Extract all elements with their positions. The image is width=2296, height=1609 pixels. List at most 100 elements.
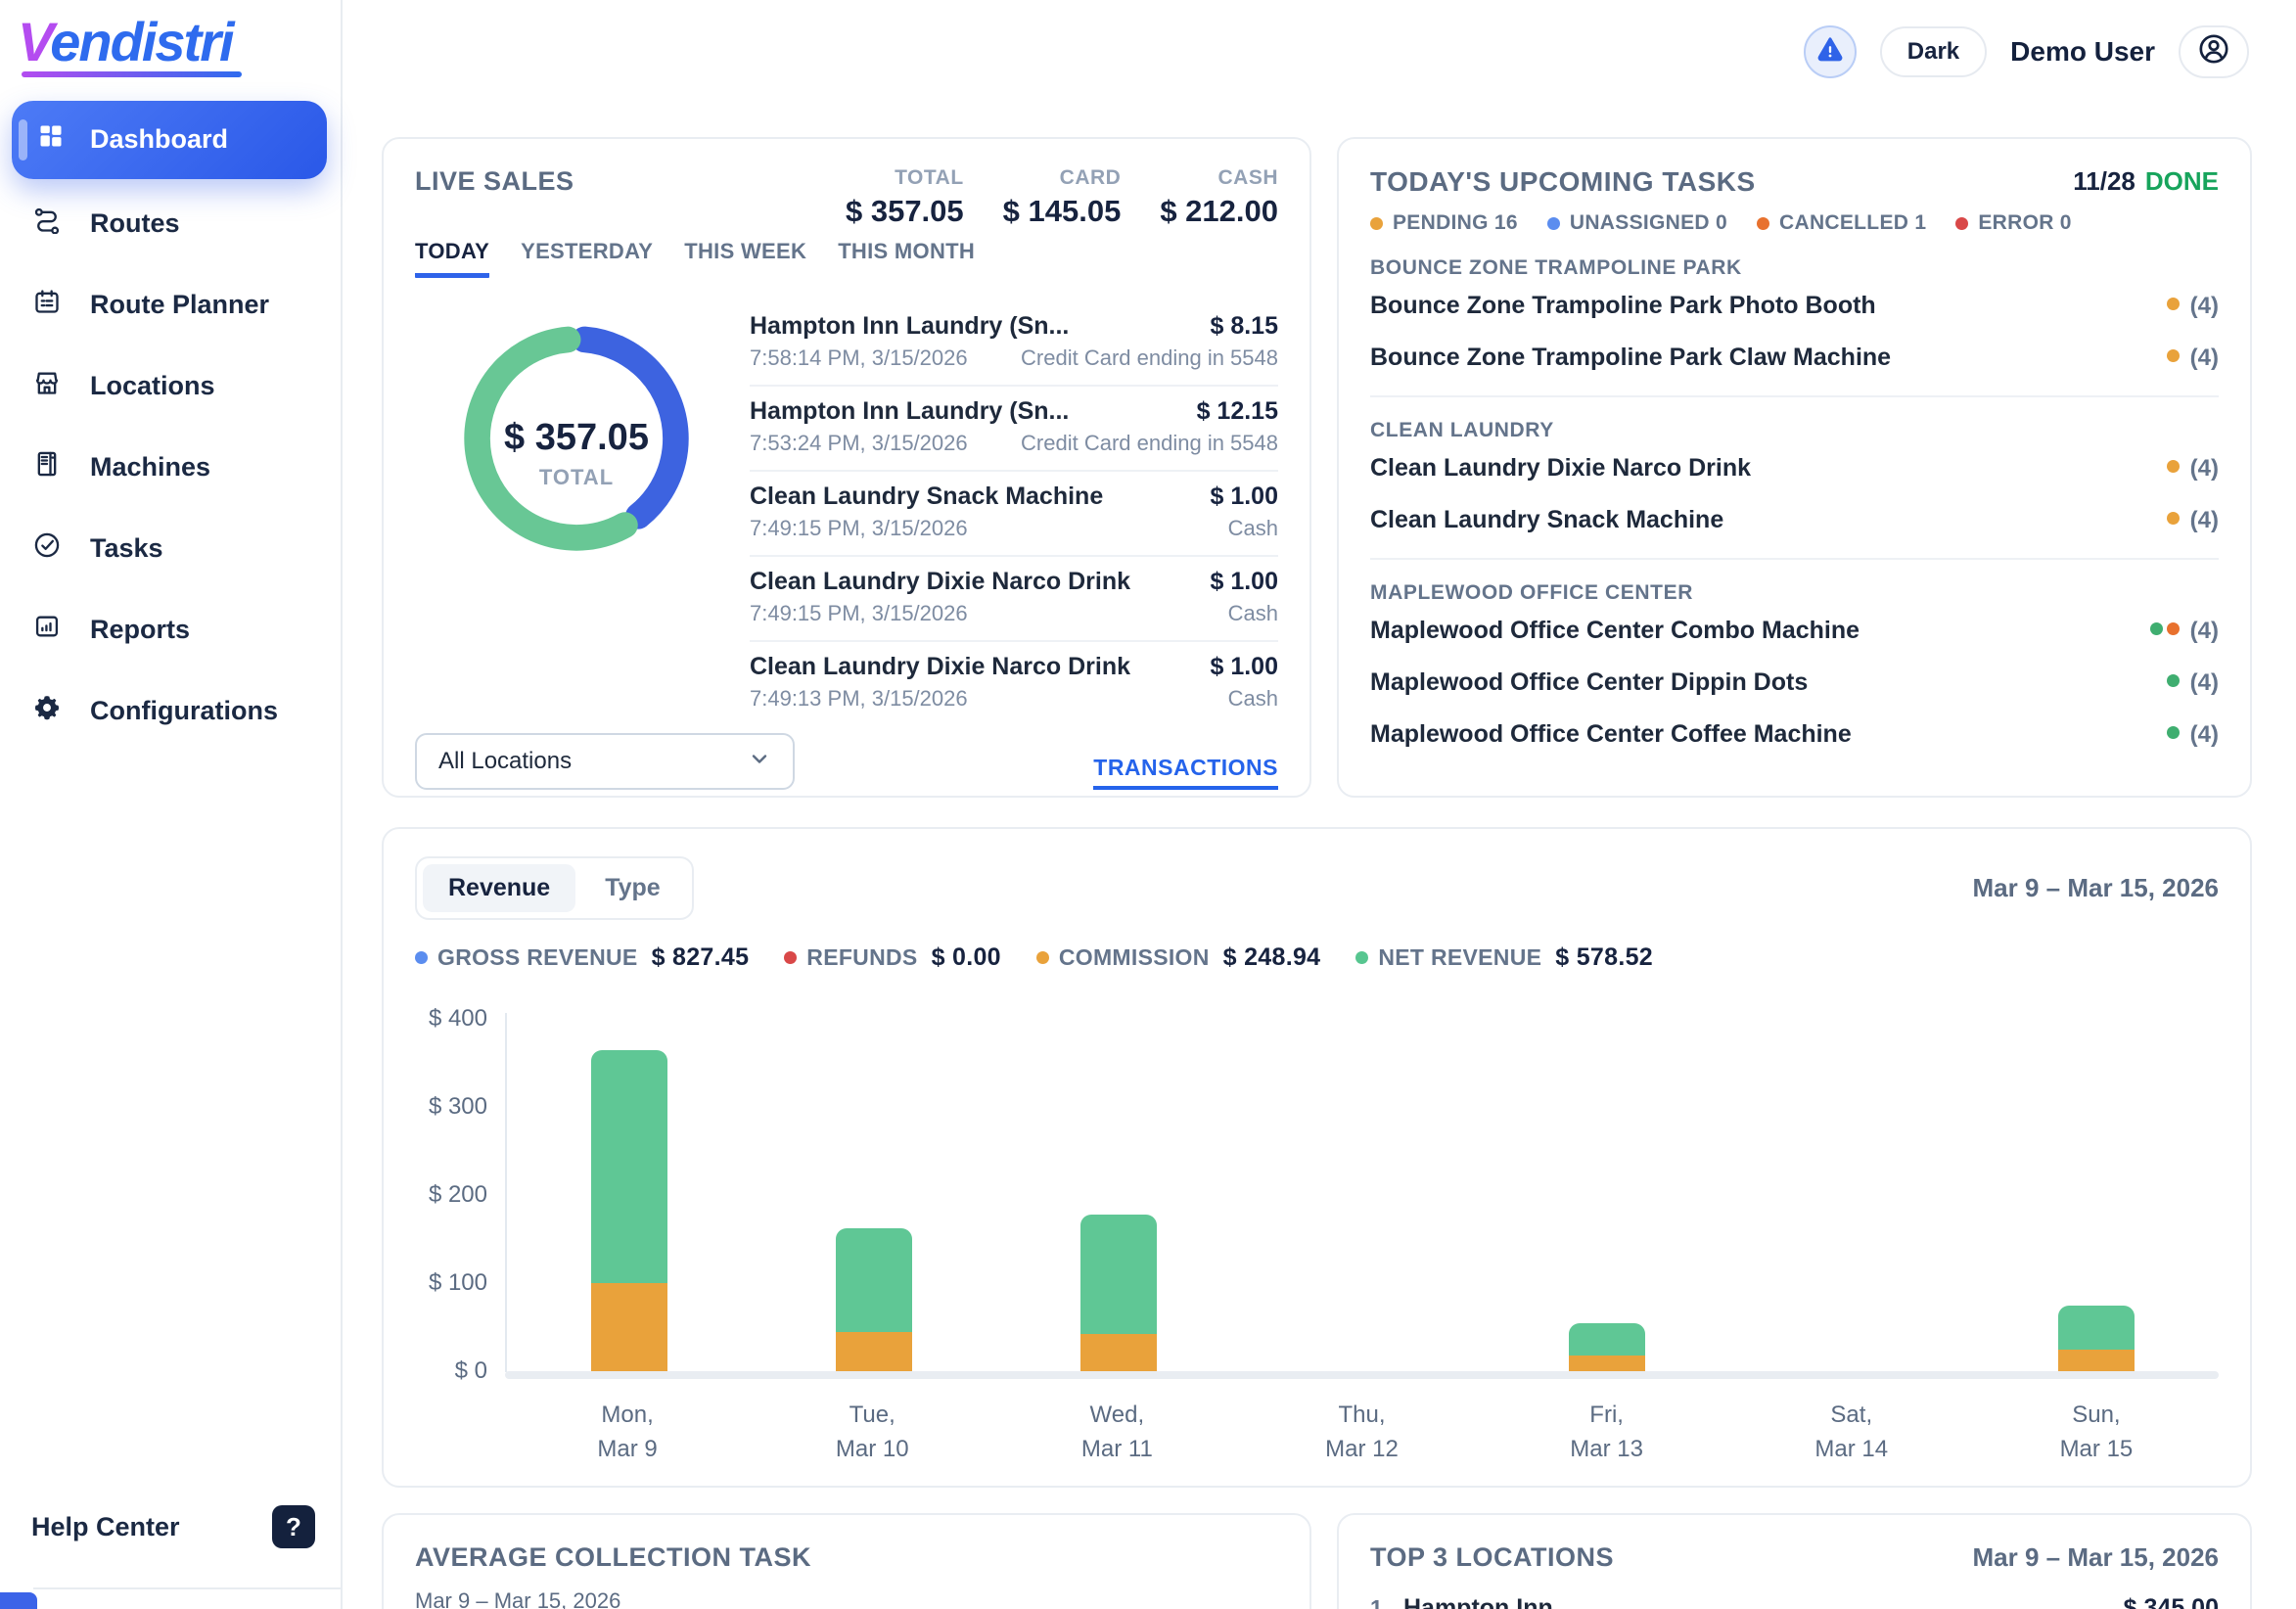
help-center[interactable]: Help Center ? — [31, 1505, 315, 1548]
transaction-name: Clean Laundry Snack Machine — [750, 483, 1103, 511]
task-group-name: BOUNCE ZONE TRAMPOLINE PARK — [1370, 256, 2219, 280]
transaction-amount: $ 8.15 — [1210, 312, 1278, 341]
task-name: Bounce Zone Trampoline Park Claw Machine — [1370, 344, 1891, 372]
sidebar-item-routes[interactable]: Routes — [0, 183, 341, 264]
x-axis-label: Wed, Mar 11 — [994, 1399, 1239, 1467]
task-group: BOUNCE ZONE TRAMPOLINE PARK Bounce Zone … — [1370, 256, 2219, 397]
task-name: Maplewood Office Center Coffee Machine — [1370, 720, 1852, 749]
revenue-date-range: Mar 9 – Mar 15, 2026 — [1973, 873, 2220, 903]
transaction-method: Cash — [1228, 686, 1278, 712]
location-filter-select[interactable]: All Locations — [415, 733, 795, 790]
sidebar-item-dashboard[interactable]: Dashboard — [12, 101, 327, 179]
task-status-dots — [2163, 349, 2180, 367]
task-row[interactable]: Clean Laundry Snack Machine (4) — [1370, 494, 2219, 546]
bar-column[interactable] — [507, 1050, 752, 1372]
task-row[interactable]: Maplewood Office Center Coffee Machine (… — [1370, 709, 2219, 760]
task-group-name: MAPLEWOOD OFFICE CENTER — [1370, 581, 2219, 605]
group-divider — [1370, 395, 2219, 397]
transaction-row[interactable]: Clean Laundry Dixie Narco Drink$ 1.00 7:… — [750, 642, 1278, 725]
live-sales-stats: TOTAL $ 357.05 CARD $ 145.05 CASH $ 212.… — [846, 166, 1278, 229]
transaction-method: Credit Card ending in 5548 — [1021, 345, 1278, 371]
legend-pending: PENDING 16 — [1370, 211, 1518, 235]
tab-yesterday[interactable]: YESTERDAY — [521, 239, 653, 278]
toggle-type[interactable]: Type — [579, 864, 686, 912]
tab-this-week[interactable]: THIS WEEK — [684, 239, 806, 278]
sidebar-item-label: Configurations — [90, 696, 278, 726]
bar-column[interactable] — [1485, 1323, 1729, 1371]
sidebar-item-machines[interactable]: Machines — [0, 427, 341, 508]
sidebar-item-route-planner[interactable]: Route Planner — [0, 264, 341, 345]
donut-center: $ 357.05 TOTAL — [415, 417, 738, 490]
task-status-dots — [2146, 622, 2180, 640]
task-row[interactable]: Clean Laundry Dixie Narco Drink (4) — [1370, 442, 2219, 494]
chart-mode-toggle: Revenue Type — [415, 856, 694, 920]
transaction-time: 7:53:24 PM, 3/15/2026 — [750, 431, 968, 456]
legend-label: UNASSIGNED 0 — [1570, 211, 1727, 235]
legend-label: GROSS REVENUE — [437, 944, 638, 971]
average-collection-card: AVERAGE COLLECTION TASK Mar 9 – Mar 15, … — [382, 1513, 1311, 1609]
sidebar-item-label: Dashboard — [90, 124, 228, 155]
stat-label: TOTAL — [846, 166, 964, 190]
transaction-name: Hampton Inn Laundry (Sn... — [750, 312, 1069, 341]
location-value: $ 345.00 — [2124, 1594, 2219, 1609]
bar-column[interactable] — [996, 1215, 1241, 1371]
sidebar-item-label: Route Planner — [90, 290, 269, 320]
toggle-revenue[interactable]: Revenue — [423, 864, 575, 912]
legend-label: REFUNDS — [806, 944, 917, 971]
transactions-link[interactable]: TRANSACTIONS — [1093, 755, 1278, 790]
task-count: (4) — [2190, 455, 2219, 483]
task-row[interactable]: Bounce Zone Trampoline Park Claw Machine… — [1370, 332, 2219, 384]
bar-column[interactable] — [1974, 1306, 2219, 1372]
transaction-row[interactable]: Hampton Inn Laundry (Sn...$ 8.15 7:58:14… — [750, 301, 1278, 387]
bar-column[interactable] — [752, 1228, 996, 1371]
transaction-row[interactable]: Clean Laundry Dixie Narco Drink$ 1.00 7:… — [750, 557, 1278, 642]
task-row[interactable]: Maplewood Office Center Combo Machine (4… — [1370, 605, 2219, 657]
task-status-dots — [2163, 298, 2180, 315]
top-row: LIVE SALES TOTAL $ 357.05 CARD $ 145.05 … — [382, 137, 2252, 798]
transaction-row[interactable]: Clean Laundry Snack Machine$ 1.00 7:49:1… — [750, 472, 1278, 557]
top-location-row[interactable]: 1 Hampton Inn $ 345.00 — [1370, 1594, 2219, 1609]
task-name: Clean Laundry Snack Machine — [1370, 506, 1723, 534]
task-status-dots — [2163, 674, 2180, 692]
task-name: Maplewood Office Center Combo Machine — [1370, 617, 1860, 645]
transaction-list: Hampton Inn Laundry (Sn...$ 8.15 7:58:14… — [750, 301, 1278, 725]
sidebar-item-label: Locations — [90, 371, 215, 401]
transaction-row[interactable]: Hampton Inn Laundry (Sn...$ 12.15 7:53:2… — [750, 387, 1278, 472]
task-group-name: CLEAN LAUNDRY — [1370, 419, 2219, 442]
stat-label: CARD — [1003, 166, 1122, 190]
live-sales-title: LIVE SALES — [415, 166, 574, 197]
legend-dot — [1355, 951, 1368, 964]
tab-today[interactable]: TODAY — [415, 239, 489, 278]
task-row[interactable]: Bounce Zone Trampoline Park Photo Booth … — [1370, 280, 2219, 332]
alerts-button[interactable] — [1804, 25, 1857, 78]
task-row[interactable]: Maplewood Office Center Dippin Dots (4) — [1370, 657, 2219, 709]
legend-value: $ 0.00 — [932, 943, 1001, 972]
task-status-dots — [2163, 460, 2180, 478]
question-mark-icon[interactable]: ? — [272, 1505, 315, 1548]
stat-value: $ 212.00 — [1160, 194, 1278, 229]
tasks-progress-count: 11/28 — [2073, 166, 2135, 196]
tab-this-month[interactable]: THIS MONTH — [838, 239, 975, 278]
status-dot — [1370, 217, 1383, 230]
account-menu-button[interactable] — [2179, 25, 2249, 78]
theme-toggle-button[interactable]: Dark — [1880, 26, 1987, 77]
routes-icon — [33, 207, 61, 241]
transaction-method: Cash — [1228, 516, 1278, 541]
upcoming-tasks-card: TODAY'S UPCOMING TASKS 11/28DONE PENDING… — [1337, 137, 2252, 798]
legend-label: CANCELLED 1 — [1779, 211, 1926, 235]
legend-gross-revenue: GROSS REVENUE $ 827.45 — [415, 943, 749, 972]
sidebar-item-configurations[interactable]: Configurations — [0, 670, 341, 752]
transaction-name: Clean Laundry Dixie Narco Drink — [750, 568, 1130, 596]
gear-icon — [33, 694, 61, 728]
legend-value: $ 578.52 — [1555, 943, 1653, 972]
stat-value: $ 145.05 — [1003, 194, 1122, 229]
task-name: Maplewood Office Center Dippin Dots — [1370, 668, 1808, 697]
top-header: Dark Demo User — [343, 0, 2296, 103]
transaction-amount: $ 1.00 — [1210, 568, 1278, 596]
stat-cash: CASH $ 212.00 — [1160, 166, 1278, 229]
sidebar-item-locations[interactable]: Locations — [0, 345, 341, 427]
sidebar-item-reports[interactable]: Reports — [0, 589, 341, 670]
legend-value: $ 827.45 — [652, 943, 750, 972]
sidebar-item-tasks[interactable]: Tasks — [0, 508, 341, 589]
user-name: Demo User — [2010, 36, 2155, 68]
